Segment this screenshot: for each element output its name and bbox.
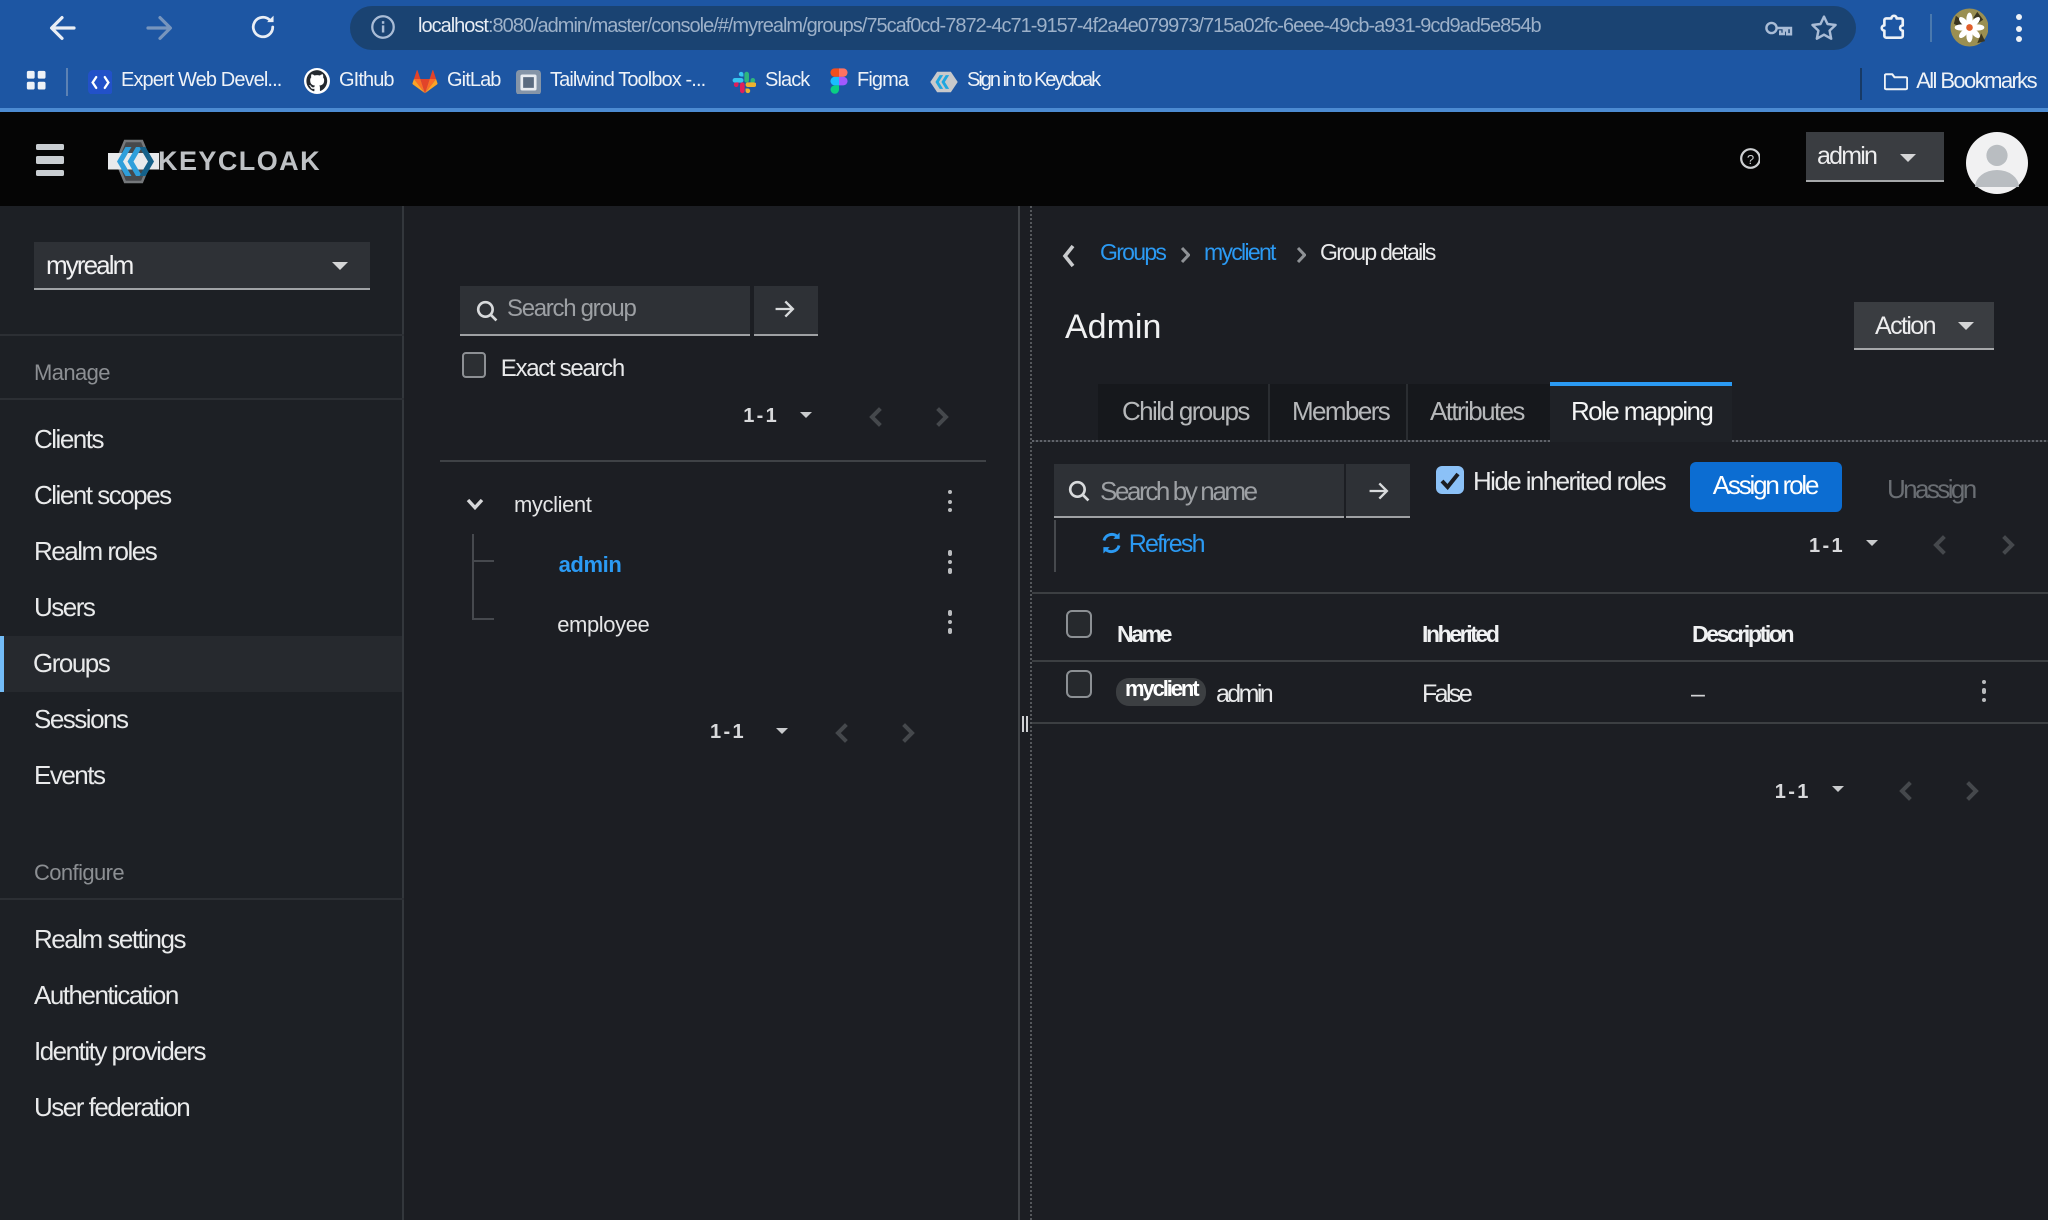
svg-text:?: ? [1746, 152, 1753, 167]
